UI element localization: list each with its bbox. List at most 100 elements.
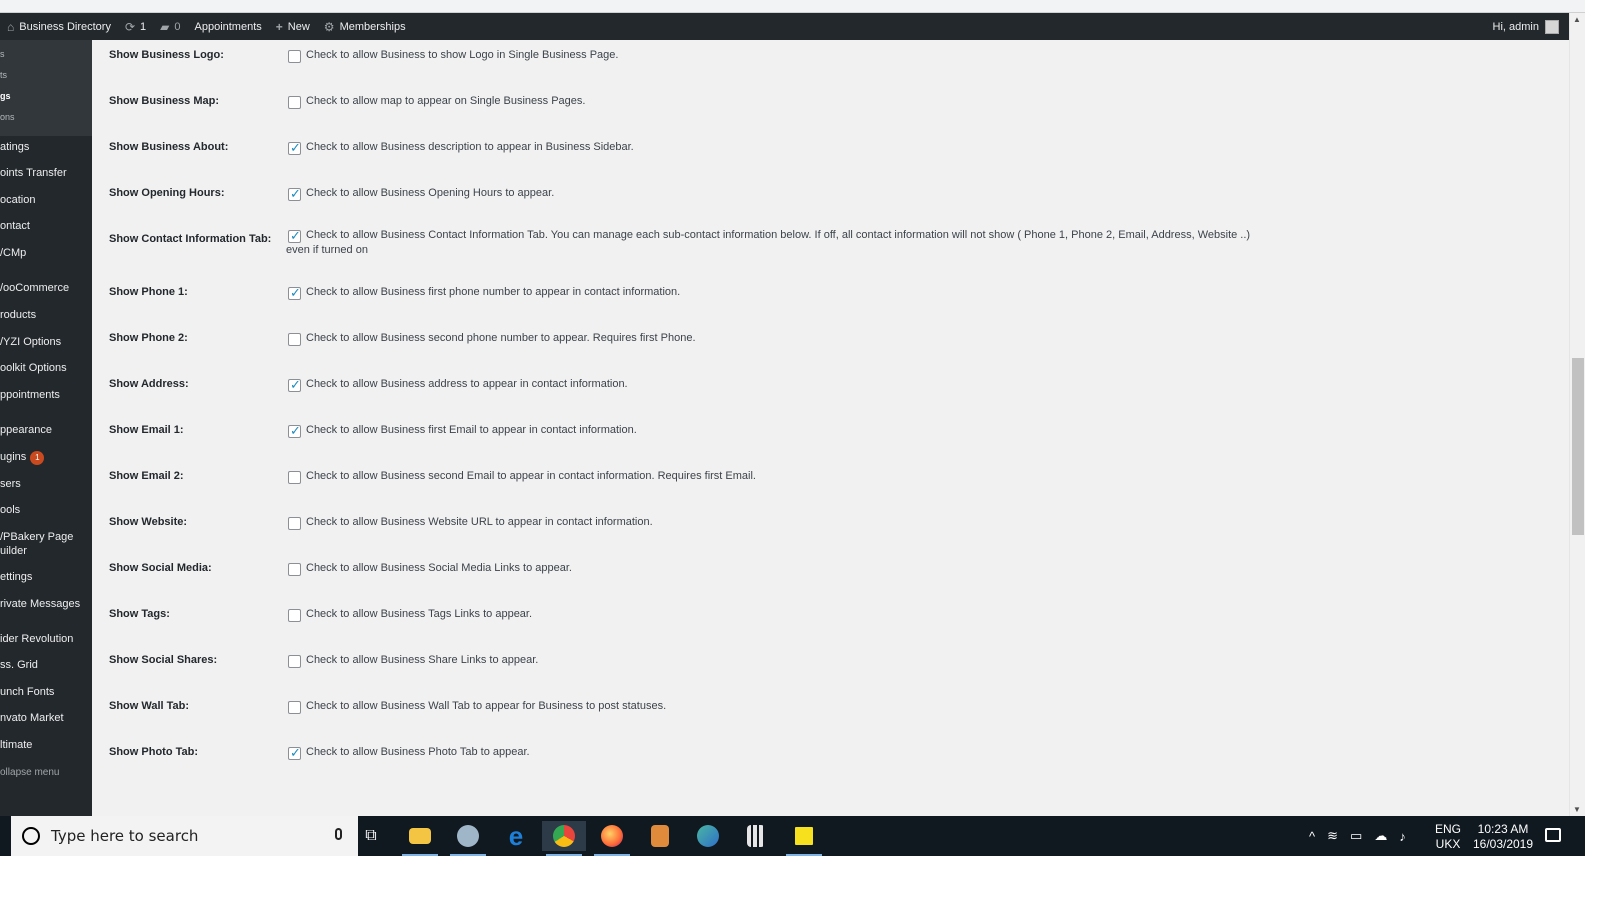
task-view-icon[interactable]: ⧉ [349,821,393,851]
setting-checkbox[interactable] [288,701,301,714]
microphone-icon[interactable] [335,828,342,840]
setting-checkbox[interactable] [288,655,301,668]
sidebar-item-location[interactable]: ocation [0,193,92,207]
maps-icon[interactable] [686,821,730,851]
sidebar-item-toolkit-options[interactable]: oolkit Options [0,361,92,375]
firefox-icon[interactable] [590,821,634,856]
setting-checkbox[interactable] [288,50,301,63]
taskbar-search-box[interactable]: Type here to search [11,816,358,856]
setting-checkbox[interactable] [288,96,301,109]
avatar [1545,19,1559,34]
calculator-icon[interactable] [734,821,778,851]
sidebar-item-settings[interactable]: ettings [0,570,92,584]
sidebar-item-users[interactable]: sers [0,477,92,491]
appointments-link[interactable]: Appointments [188,13,269,40]
paint-icon[interactable] [446,821,490,856]
comments-link[interactable]: ▰ 0 [153,13,187,40]
setting-checkbox[interactable] [288,285,301,301]
scroll-up-arrow-icon[interactable]: ▲ [1573,15,1581,24]
html-editor-icon[interactable] [638,821,682,851]
submenu-item-current[interactable]: gs [0,86,92,107]
submenu-item[interactable]: ts [0,65,92,86]
sidebar-item-plugins[interactable]: ugins 1 [0,450,92,465]
onedrive-cloud-icon[interactable]: ☁ [1374,828,1387,844]
submenu-item[interactable]: ons [0,107,92,128]
setting-checkbox[interactable] [288,745,301,761]
input-language-indicator[interactable]: ENG UKX [1430,822,1466,852]
setting-description: Check to allow Business Share Links to a… [306,654,539,666]
setting-checkbox[interactable] [288,140,301,156]
sidebar-item-tools[interactable]: ools [0,503,92,517]
sidebar-item-envato-market[interactable]: nvato Market [0,711,92,725]
scrollbar-thumb[interactable] [1572,358,1584,535]
wifi-icon[interactable]: ≋ [1327,828,1338,844]
greeting: Hi, admin [1492,20,1539,33]
site-name: Business Directory [19,20,111,33]
setting-label: Show Email 2: [109,470,184,482]
updates-link[interactable]: ⟳ 1 [118,13,153,40]
setting-description: Check to allow Business description to a… [306,141,634,153]
volume-icon[interactable]: ♪ [1399,829,1406,844]
sidebar-item-products[interactable]: roducts [0,308,92,322]
setting-checkbox[interactable] [288,423,301,439]
my-account[interactable]: Hi, admin [1492,19,1569,34]
setting-description: Check to allow Business Contact Informat… [306,229,1251,241]
sidebar-item-private-messages[interactable]: rivate Messages [0,597,92,611]
setting-checkbox[interactable] [288,471,301,484]
battery-icon[interactable]: ▭ [1350,828,1362,844]
submenu-item[interactable]: s [0,44,92,65]
setting-checkbox[interactable] [288,228,301,244]
memberships-label: Memberships [339,20,406,33]
sticky-notes-icon[interactable] [782,821,826,856]
action-center-icon[interactable] [1545,828,1561,842]
setting-description: Check to allow Business Opening Hours to… [306,187,555,199]
sidebar-item-wpbakery[interactable]: /PBakery Page uilder [0,530,92,558]
setting-checkbox[interactable] [288,377,301,393]
setting-checkbox[interactable] [288,517,301,530]
memberships-icon: ⚙ [323,19,335,34]
submenu: s ts gs ons [0,40,92,136]
sidebar-item-appointments[interactable]: ppointments [0,388,92,402]
setting-label: Show Business About: [109,141,229,153]
setting-label: Show Photo Tab: [109,746,199,758]
setting-checkbox[interactable] [288,563,301,576]
sidebar-item-contact[interactable]: ontact [0,219,92,233]
setting-checkbox[interactable] [288,186,301,202]
new-content-link[interactable]: + New [269,13,317,40]
appointments-label: Appointments [194,20,262,33]
sidebar-item-ratings[interactable]: atings [0,140,92,154]
chrome-icon[interactable] [542,821,586,856]
setting-label: Show Phone 1: [109,286,188,298]
sidebar-item-wcmp[interactable]: /CMp [0,246,92,260]
comment-icon: ▰ [160,19,170,34]
page-scrollbar[interactable]: ▲ ▼ [1569,13,1585,816]
file-explorer-icon[interactable] [398,821,442,856]
sidebar-item-wyzi-options[interactable]: /YZI Options [0,335,92,349]
sidebar-item-ess-grid[interactable]: ss. Grid [0,658,92,672]
setting-description: Check to allow Business first phone numb… [306,286,681,298]
scroll-down-arrow-icon[interactable]: ▼ [1573,805,1581,814]
setting-description: Check to allow Business Photo Tab to app… [306,746,530,758]
memberships-link[interactable]: ⚙ Memberships [317,13,413,40]
setting-label: Show Tags: [109,608,170,620]
collapse-menu-button[interactable]: ollapse menu [0,766,92,780]
comments-count: 0 [174,20,181,33]
setting-checkbox[interactable] [288,609,301,622]
sidebar-item-points-transfer[interactable]: oints Transfer [0,166,92,180]
sidebar-item-slider-revolution[interactable]: ider Revolution [0,632,92,646]
setting-description: Check to allow Business first Email to a… [306,424,637,436]
sidebar-item-ultimate[interactable]: ltimate [0,738,92,752]
system-tray: ^ ≋ ▭ ☁ ♪ [1303,816,1412,856]
setting-label: Show Website: [109,516,188,528]
edge-icon[interactable]: e [494,821,538,851]
site-name-link[interactable]: ⌂ Business Directory [0,13,118,40]
setting-label: Show Email 1: [109,424,184,436]
setting-checkbox[interactable] [288,333,301,346]
sidebar-item-punch-fonts[interactable]: unch Fonts [0,685,92,699]
sidebar-item-woocommerce[interactable]: /ooCommerce [0,281,92,295]
taskbar-clock[interactable]: 10:23 AM 16/03/2019 [1466,822,1540,852]
show-hidden-icons-chevron-icon[interactable]: ^ [1309,829,1315,844]
sidebar-item-appearance[interactable]: ppearance [0,423,92,437]
cortana-icon [22,827,40,845]
setting-description: Check to allow Business second phone num… [306,332,696,344]
